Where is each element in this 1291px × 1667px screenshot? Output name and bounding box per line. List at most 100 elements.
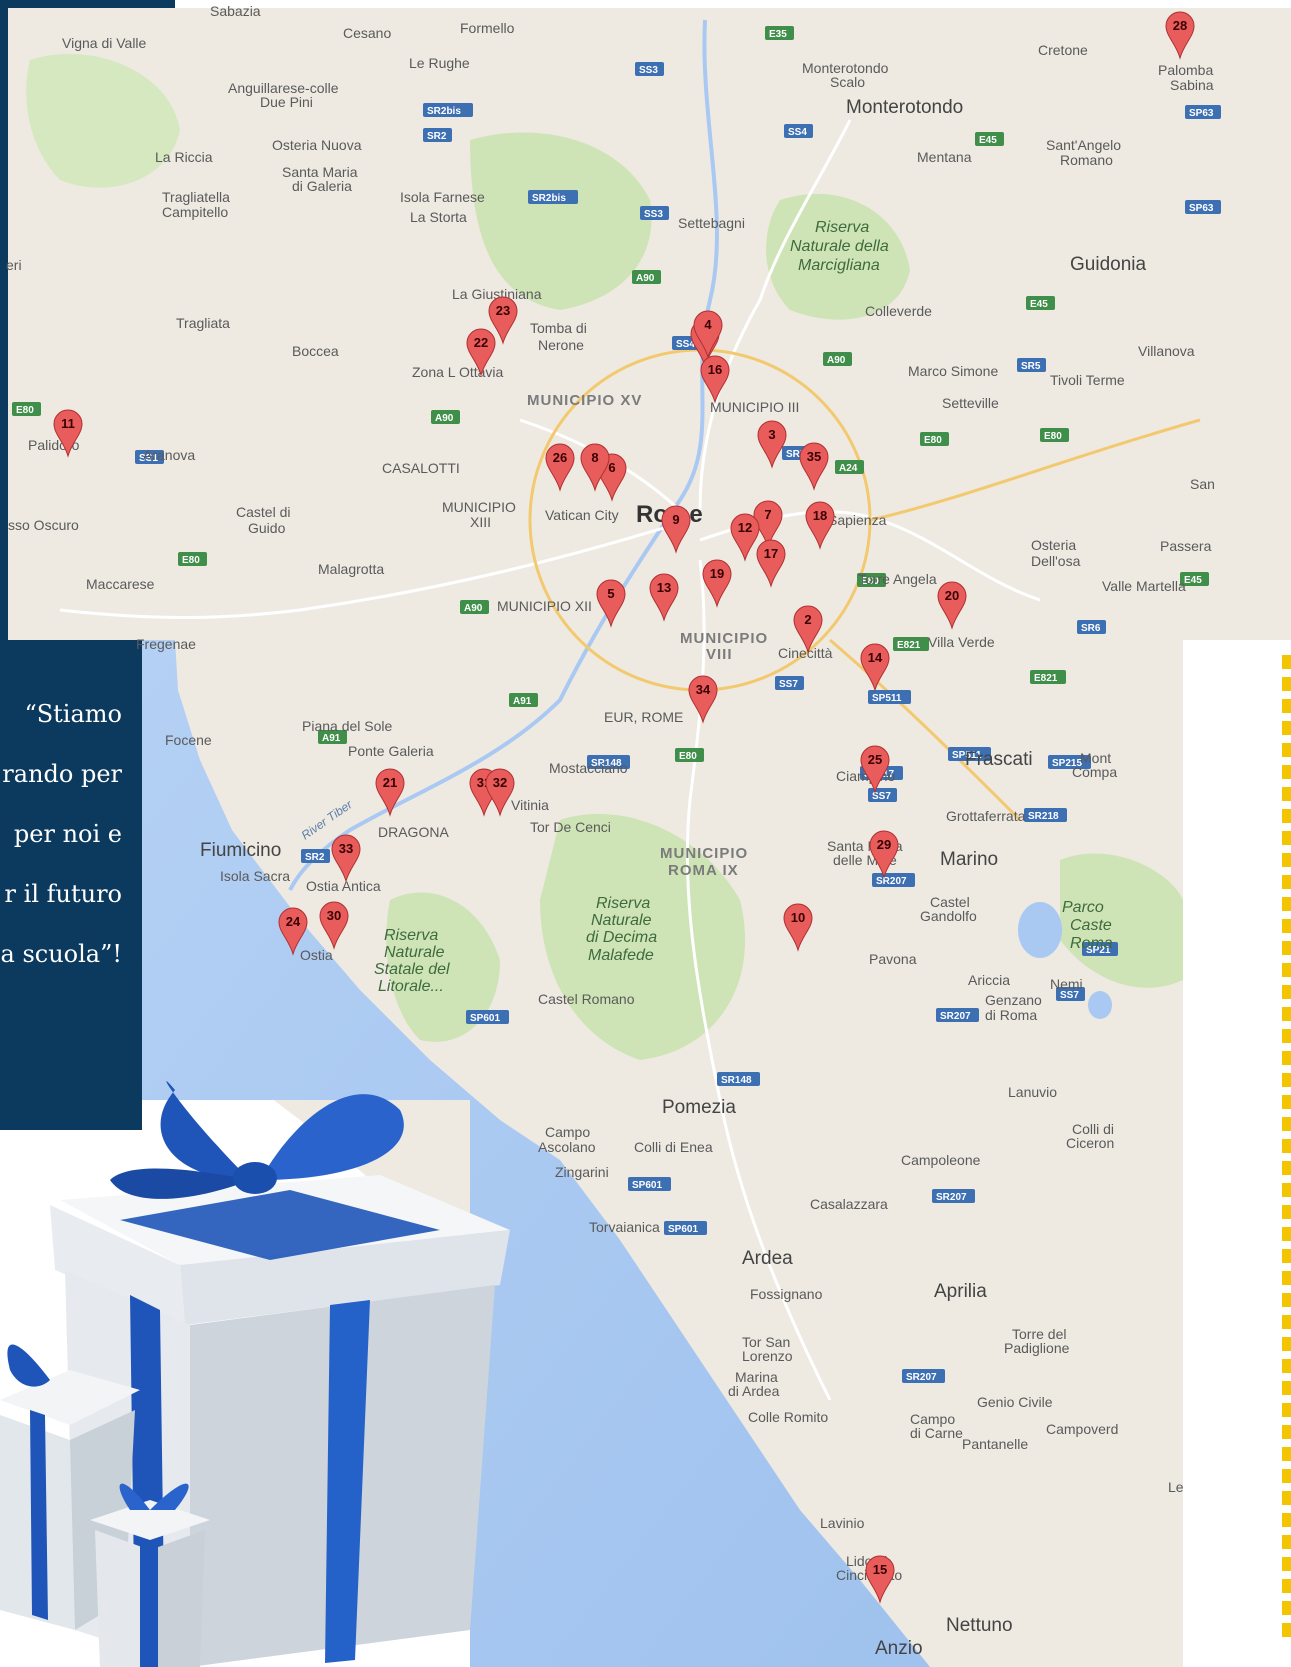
road-shield-e45: E45	[1026, 296, 1055, 310]
place-label-pianasole: Piana del Sole	[302, 718, 393, 734]
place-label-monterotondo: Monterotondo	[846, 97, 963, 118]
road-shield-sp63: SP63	[1185, 200, 1221, 214]
road-shield-sr2: SR2	[301, 849, 330, 863]
map-marker-label: 11	[61, 416, 75, 431]
road-shield-e80: E80	[178, 552, 207, 566]
map-marker-label: 18	[813, 508, 827, 523]
place-label-collienea: Colli di Enea	[634, 1139, 713, 1155]
road-shield-e35: E35	[765, 26, 794, 40]
map-marker-label: 9	[672, 512, 679, 527]
place-label-osteriadellosa1: Osteria	[1031, 537, 1076, 553]
place-label-mun8b: VIII	[706, 646, 733, 663]
place-label-osteria: Osteria Nuova	[272, 137, 362, 153]
place-label-decima2: Naturale	[591, 912, 652, 929]
road-shield-ss3: SS3	[635, 62, 664, 76]
map-marker-label: 20	[945, 588, 959, 603]
road-shield-label: SS4	[788, 127, 807, 138]
place-label-lerughe: Le Rughe	[409, 55, 470, 71]
place-label-sapienza: Sapienza	[828, 512, 887, 528]
road-shield-sr2: SR2	[423, 128, 452, 142]
place-label-anguillara2: Due Pini	[260, 94, 313, 110]
place-label-casalazzara: Casalazzara	[810, 1196, 888, 1212]
tiny-box-ribbon	[140, 1540, 158, 1667]
road-shield-label: SR2	[305, 852, 325, 863]
place-label-grottaferrata: Grottaferrata	[946, 808, 1026, 824]
quote-text: “Stiamo rando per per noi e r il futuro …	[0, 684, 123, 984]
road-shield-label: E821	[1034, 673, 1058, 684]
place-label-decima1: Riserva	[596, 895, 650, 912]
place-label-setteville: Setteville	[942, 395, 999, 411]
place-label-lanuvio: Lanuvio	[1008, 1084, 1057, 1100]
place-label-campoleone: Campoleone	[901, 1152, 981, 1168]
place-label-guidonia: Guidonia	[1070, 254, 1146, 275]
road-shield-label: SS3	[644, 209, 663, 220]
place-label-marcosimone: Marco Simone	[908, 363, 998, 379]
place-label-parco1: Parco	[1062, 899, 1104, 916]
map-marker-label: 5	[607, 586, 614, 601]
place-label-ostiaantica: Ostia Antica	[306, 878, 381, 894]
place-label-torvaianica: Torvaianica	[589, 1219, 660, 1235]
road-shield-a90: A90	[460, 600, 489, 614]
place-label-tragliatella2: Campitello	[162, 204, 228, 220]
place-label-settebagni: Settebagni	[678, 215, 745, 231]
place-label-colleromito: Colle Romito	[748, 1409, 828, 1425]
bow-loop-right	[260, 1094, 404, 1180]
road-shield-label: A90	[636, 273, 655, 284]
place-label-vallemartella: Valle Martella	[1102, 578, 1186, 594]
road-shield-label: E80	[1044, 431, 1062, 442]
place-label-zingarini: Zingarini	[555, 1164, 609, 1180]
place-label-isolasacra: Isola Sacra	[220, 868, 290, 884]
road-shield-ss7: SS7	[868, 788, 897, 802]
place-label-decima4: Malafede	[588, 947, 654, 964]
place-label-lastorta: La Storta	[410, 209, 467, 225]
place-label-santangelo2: Romano	[1060, 152, 1113, 168]
road-shield-label: SR2bis	[427, 106, 461, 117]
map-marker-label: 16	[708, 362, 722, 377]
map-marker-label: 6	[608, 460, 615, 475]
place-label-tomba1: Tomba di	[530, 320, 587, 336]
place-label-torredel2: Padiglione	[1004, 1340, 1070, 1356]
place-label-vigna: Vigna di Valle	[62, 35, 147, 51]
place-label-dragona: DRAGONA	[378, 824, 449, 840]
road-shield-ss7: SS7	[775, 676, 804, 690]
road-shield-label: E80	[924, 435, 942, 446]
map-marker-label: 30	[327, 908, 341, 923]
road-shield-a90: A90	[823, 352, 852, 366]
road-shield-label: E45	[1030, 299, 1048, 310]
map-marker-label: 14	[868, 650, 883, 665]
road-shield-label: SP63	[1189, 108, 1214, 119]
road-shield-sr2bis: SR2bis	[528, 190, 578, 204]
place-label-colleverde: Colleverde	[865, 303, 932, 319]
map-marker-label: 15	[873, 1562, 887, 1577]
place-label-frascati: Frascati	[965, 749, 1033, 770]
road-shield-a90: A90	[632, 270, 661, 284]
place-label-marina2: di Ardea	[728, 1383, 780, 1399]
road-shield-e821: E821	[893, 637, 929, 651]
poster: E35 SS3 SR2bis SR2 SR2bis SS3 SS4 E45 SP63 SP63 A9…	[0, 0, 1291, 1667]
road-shield-label: SR148	[721, 1075, 752, 1086]
place-label-tivoli: Tivoli Terme	[1050, 372, 1125, 388]
place-label-eur: EUR, ROME	[604, 709, 683, 725]
yellow-dashed-strip	[1282, 655, 1291, 1640]
map-marker-label: 8	[591, 450, 598, 465]
place-label-ardea: Ardea	[742, 1248, 793, 1269]
map-marker-label: 32	[493, 775, 507, 790]
road-shield-label: A90	[464, 603, 483, 614]
place-label-pantanelle: Pantanelle	[962, 1436, 1028, 1452]
road-shield-sp511: SP511	[868, 690, 911, 704]
road-shield-label: A91	[322, 733, 341, 744]
map-marker-label: 26	[553, 450, 567, 465]
place-label-casalotti: CASALOTTI	[382, 460, 460, 476]
place-label-lariccia: La Riccia	[155, 149, 213, 165]
place-label-ostia: Ostia	[300, 947, 333, 963]
road-shield-a24: A24	[835, 460, 864, 474]
place-label-sabazia: Sabazia	[210, 3, 261, 19]
map-marker-label: 33	[339, 841, 353, 856]
quote-line: rando per	[2, 760, 122, 788]
place-label-nemi: Nemi	[1050, 976, 1083, 992]
place-label-mostacciano: Mostacciano	[549, 760, 628, 776]
road-shield-sp601: SP601	[628, 1177, 671, 1191]
road-shield-label: SR207	[936, 1192, 967, 1203]
road-shield-sr207: SR207	[872, 873, 915, 887]
map-marker-label: 24	[286, 914, 301, 929]
